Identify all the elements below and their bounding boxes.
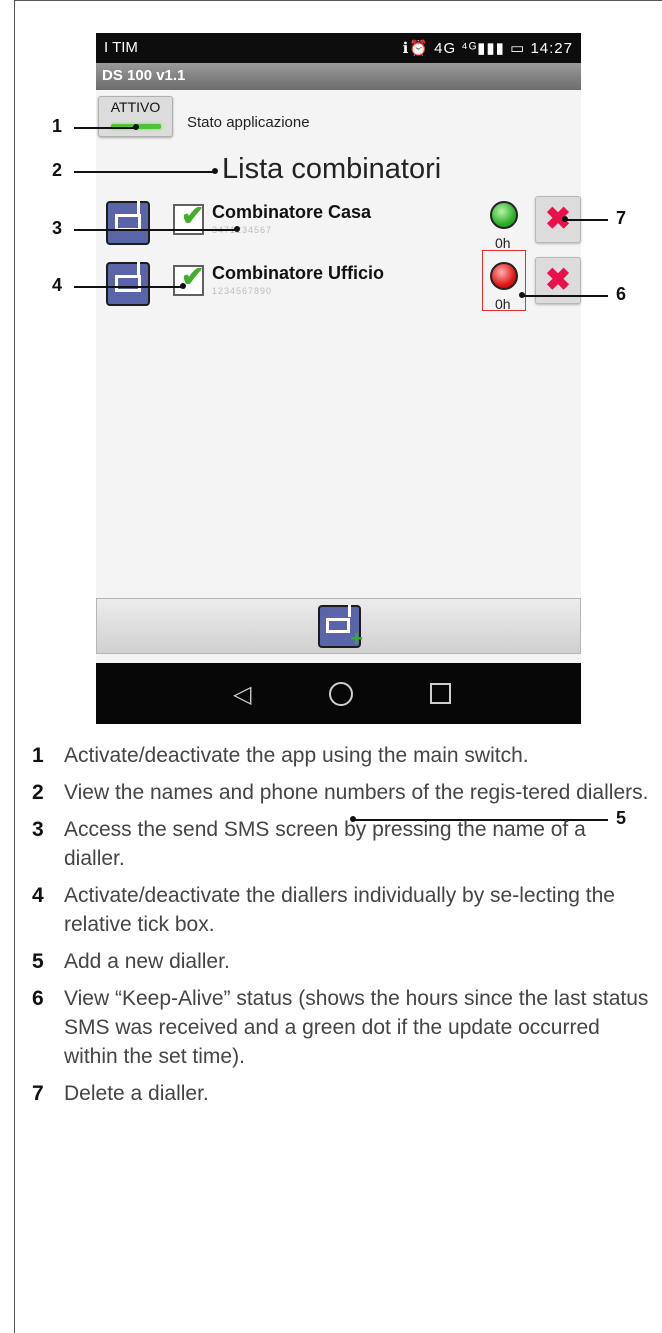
legend-item: 5 Add a new dialler. <box>32 947 652 976</box>
legend-text: Activate/deactivate the diallers individ… <box>64 884 615 936</box>
legend-number: 4 <box>32 884 44 907</box>
delete-icon: ✖ <box>545 262 571 297</box>
dialler-row: ✔ Combinatore Casa 3471234567 0h ✖ <box>96 196 581 258</box>
callout-dot-3 <box>234 226 240 232</box>
callout-line-4 <box>74 286 182 288</box>
callout-4: 4 <box>52 275 63 295</box>
callout-dot-2 <box>212 168 218 174</box>
legend-item: 2 View the names and phone numbers of the… <box>32 778 652 807</box>
check-icon: ✔ <box>181 200 205 231</box>
delete-dialler-button[interactable]: ✖ <box>535 257 581 304</box>
callout-dot-4 <box>180 283 186 289</box>
callout-dot-1 <box>133 124 139 130</box>
callout-3: 3 <box>52 218 63 238</box>
callout-6: 6 <box>616 284 627 304</box>
legend-number: 1 <box>32 744 44 767</box>
legend-text: View the names and phone numbers of the … <box>64 781 649 804</box>
callout-2: 2 <box>52 160 63 180</box>
callout-line-3 <box>74 229 236 231</box>
carrier-label: I TIM <box>104 39 138 56</box>
legend-number: 6 <box>32 987 44 1010</box>
app-title-bar: DS 100 v1.1 <box>96 63 581 90</box>
recent-apps-icon[interactable] <box>430 683 451 704</box>
android-nav-bar: ◁ <box>96 663 581 724</box>
keepalive-hours: 0h <box>495 235 511 251</box>
phone-screenshot: I TIM ℹ⏰ 4G ⁴ᴳ▮▮▮ ▭ 14:27 DS 100 v1.1 AT… <box>96 33 581 724</box>
main-switch[interactable]: ATTIVO <box>98 96 173 137</box>
dialler-number: 1234567890 <box>212 286 273 296</box>
legend-text: Activate/deactivate the app using the ma… <box>64 744 529 767</box>
add-dialler-bar[interactable]: + <box>96 598 581 654</box>
legend-text: Add a new dialler. <box>64 950 230 973</box>
page-border-top <box>14 0 662 1</box>
callout-dot-7 <box>562 216 568 222</box>
app-title: DS 100 v1.1 <box>102 67 186 84</box>
app-state-label: Stato applicazione <box>187 114 310 131</box>
callout-1: 1 <box>52 116 63 136</box>
list-title: Lista combinatori <box>222 153 442 185</box>
main-switch-label: ATTIVO <box>110 99 161 115</box>
dialler-icon[interactable] <box>106 201 150 245</box>
legend-number: 2 <box>32 781 44 804</box>
status-icons: ℹ⏰ 4G ⁴ᴳ▮▮▮ ▭ 14:27 <box>403 39 573 57</box>
legend-number: 5 <box>32 950 44 973</box>
callout-line-7 <box>565 219 608 221</box>
callout-7: 7 <box>616 208 627 228</box>
keepalive-status-icon <box>490 262 518 290</box>
callout-dot-6 <box>519 292 525 298</box>
status-icons-glyphs: ℹ⏰ 4G ⁴ᴳ▮▮▮ ▭ <box>402 40 526 57</box>
legend-number: 3 <box>32 818 44 841</box>
add-dialler-icon[interactable]: + <box>318 605 363 651</box>
page-border-left <box>14 0 15 1333</box>
legend-item: 7 Delete a dialler. <box>32 1079 652 1108</box>
legend-text: Access the send SMS screen by pressing t… <box>64 818 586 870</box>
keepalive-hours: 0h <box>495 296 511 312</box>
status-bar: I TIM ℹ⏰ 4G ⁴ᴳ▮▮▮ ▭ 14:27 <box>96 33 581 63</box>
home-icon[interactable] <box>329 682 353 706</box>
legend-number: 7 <box>32 1082 44 1105</box>
legend-text: Delete a dialler. <box>64 1082 209 1105</box>
callout-line-2 <box>74 171 214 173</box>
clock: 14:27 <box>530 40 573 57</box>
callout-line-1 <box>74 127 136 129</box>
dialler-name[interactable]: Combinatore Casa <box>212 202 371 223</box>
callout-line-6 <box>523 295 608 297</box>
dialler-icon[interactable] <box>106 262 150 306</box>
dialler-name[interactable]: Combinatore Ufficio <box>212 263 384 284</box>
legend-item: 4 Activate/deactivate the diallers indivi… <box>32 881 652 939</box>
plus-icon: + <box>350 626 363 651</box>
dialler-checkbox[interactable]: ✔ <box>173 263 204 296</box>
legend-item: 6 View “Keep-Alive” status (shows the hou… <box>32 984 652 1071</box>
back-icon[interactable]: ◁ <box>233 680 251 709</box>
dialler-row: ✔ Combinatore Ufficio 1234567890 0h ✖ <box>96 250 581 319</box>
legend-list: 1 Activate/deactivate the app using the m… <box>32 741 652 1116</box>
legend-item: 3 Access the send SMS screen by pressing … <box>32 815 652 873</box>
keepalive-status-icon <box>490 201 518 229</box>
legend-text: View “Keep-Alive” status (shows the hour… <box>64 987 649 1068</box>
legend-item: 1 Activate/deactivate the app using the m… <box>32 741 652 770</box>
